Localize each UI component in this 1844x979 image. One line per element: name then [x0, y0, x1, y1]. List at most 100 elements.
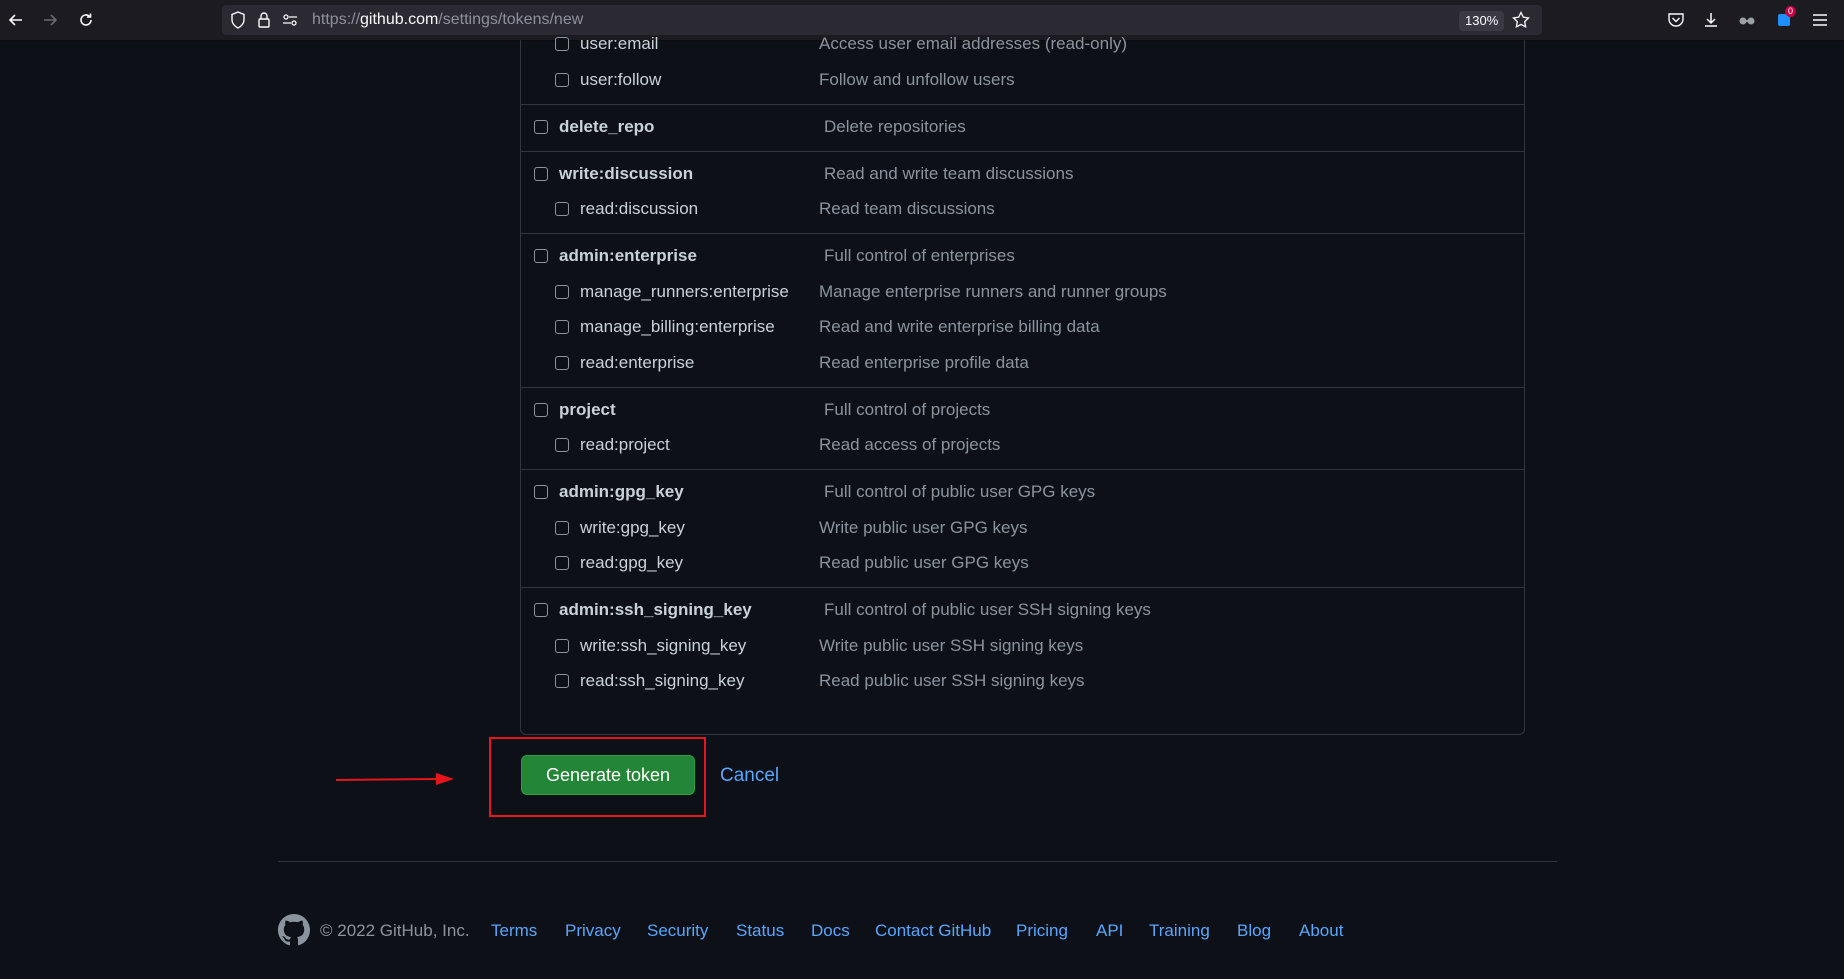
- cancel-link[interactable]: Cancel: [720, 765, 779, 787]
- url-host: github.com: [360, 11, 439, 28]
- scopes-list: user:email Access user email addresses (r…: [520, 34, 1525, 735]
- scope-row: read:ssh_signing_key Read public user SSH…: [521, 669, 1524, 693]
- footer-link-blog[interactable]: Blog: [1237, 921, 1271, 941]
- extension-glasses-icon[interactable]: [1735, 8, 1759, 32]
- scope-row: admin:gpg_key Full control of public user…: [521, 480, 1524, 504]
- scope-checkbox[interactable]: [555, 202, 569, 216]
- scope-name[interactable]: read:discussion: [580, 199, 698, 219]
- footer-link-status[interactable]: Status: [736, 921, 784, 941]
- scope-name[interactable]: write:gpg_key: [580, 518, 685, 538]
- footer-link-security[interactable]: Security: [647, 921, 708, 941]
- scope-name[interactable]: write:discussion: [559, 164, 693, 184]
- reload-icon[interactable]: [74, 8, 98, 32]
- scope-checkbox[interactable]: [555, 284, 569, 299]
- permissions-icon[interactable]: [282, 13, 298, 32]
- scope-group: admin:gpg_key Full control of public user…: [521, 470, 1524, 588]
- scope-description: Access user email addresses (read-only): [819, 34, 1128, 53]
- copyright-text: © 2022 GitHub, Inc.: [320, 921, 470, 940]
- downloads-icon[interactable]: [1699, 8, 1723, 32]
- scope-name[interactable]: project: [559, 400, 616, 420]
- url-bar[interactable]: https://github.com/settings/tokens/new 1…: [222, 5, 1542, 35]
- scope-checkbox[interactable]: [555, 674, 569, 688]
- footer-link-terms[interactable]: Terms: [491, 921, 537, 941]
- back-icon[interactable]: [4, 8, 28, 32]
- scope-group: admin:ssh_signing_key Full control of pub…: [521, 588, 1524, 705]
- scope-description: Read team discussions: [819, 199, 995, 218]
- scope-name[interactable]: read:enterprise: [580, 353, 694, 373]
- lock-icon[interactable]: [257, 11, 271, 34]
- scope-description: Full control of public user SSH signing …: [824, 600, 1151, 619]
- scope-checkbox[interactable]: [555, 638, 569, 653]
- bookmark-star-icon[interactable]: [1512, 11, 1530, 34]
- scope-description: Manage enterprise runners and runner gro…: [819, 281, 1167, 301]
- scope-name[interactable]: read:ssh_signing_key: [580, 671, 744, 691]
- scope-name[interactable]: user:email: [580, 34, 658, 54]
- scope-name[interactable]: read:gpg_key: [580, 553, 683, 573]
- scope-name[interactable]: user:follow: [580, 70, 661, 90]
- scope-checkbox[interactable]: [555, 72, 569, 87]
- scope-row: project Full control of projects: [521, 398, 1524, 422]
- scope-description: Full control of enterprises: [824, 246, 1015, 265]
- scope-name[interactable]: delete_repo: [559, 117, 654, 137]
- scope-description: Read public user GPG keys: [819, 553, 1029, 572]
- scope-checkbox[interactable]: [534, 485, 548, 499]
- footer: © 2022 GitHub, Inc. Terms Privacy Securi…: [278, 914, 1578, 946]
- extension-badge: 0: [1785, 6, 1797, 17]
- scope-checkbox[interactable]: [555, 438, 569, 452]
- generate-token-button[interactable]: Generate token: [521, 755, 695, 795]
- menu-icon[interactable]: [1808, 8, 1832, 32]
- footer-link-privacy[interactable]: Privacy: [565, 921, 621, 941]
- scope-name[interactable]: admin:ssh_signing_key: [559, 600, 752, 620]
- zoom-level[interactable]: 130%: [1459, 11, 1505, 31]
- scope-checkbox[interactable]: [555, 355, 569, 370]
- scope-description: Follow and unfollow users: [819, 69, 1015, 89]
- scope-description: Write public user SSH signing keys: [819, 635, 1084, 655]
- annotation-arrow: [336, 773, 454, 785]
- scope-checkbox[interactable]: [534, 402, 548, 417]
- scope-row: write:gpg_key Write public user GPG keys: [521, 516, 1524, 540]
- scope-name[interactable]: manage_billing:enterprise: [580, 317, 775, 337]
- url-text[interactable]: https://github.com/settings/tokens/new: [312, 11, 583, 29]
- scope-checkbox[interactable]: [555, 556, 569, 570]
- scope-checkbox[interactable]: [555, 320, 569, 334]
- scope-row: read:enterprise Read enterprise profile d…: [521, 351, 1524, 375]
- scope-name[interactable]: write:ssh_signing_key: [580, 636, 746, 656]
- scope-description: Read enterprise profile data: [819, 352, 1029, 372]
- scope-row: read:project Read access of projects: [521, 433, 1524, 457]
- scope-row: write:ssh_signing_key Write public user S…: [521, 634, 1524, 658]
- pocket-icon[interactable]: [1664, 8, 1688, 32]
- scope-checkbox[interactable]: [534, 166, 548, 181]
- footer-link-contact-github[interactable]: Contact GitHub: [875, 921, 991, 941]
- scope-description: Full control of public user GPG keys: [824, 482, 1096, 501]
- forward-icon[interactable]: [38, 8, 62, 32]
- scope-name[interactable]: admin:gpg_key: [559, 482, 684, 502]
- scope-checkbox[interactable]: [534, 249, 548, 263]
- scope-name[interactable]: admin:enterprise: [559, 246, 697, 266]
- footer-link-pricing[interactable]: Pricing: [1016, 921, 1068, 941]
- scope-name[interactable]: manage_runners:enterprise: [580, 282, 789, 302]
- scope-description: Read and write team discussions: [824, 163, 1074, 183]
- scope-description: Read and write enterprise billing data: [819, 317, 1100, 336]
- footer-link-about[interactable]: About: [1299, 921, 1343, 941]
- scope-name[interactable]: read:project: [580, 435, 670, 455]
- scope-checkbox[interactable]: [555, 37, 569, 51]
- scope-description: Read access of projects: [819, 435, 1001, 454]
- github-logo-icon[interactable]: [278, 914, 310, 946]
- scope-description: Read public user SSH signing keys: [819, 671, 1085, 690]
- scope-checkbox[interactable]: [534, 603, 548, 617]
- scope-description: Delete repositories: [824, 116, 966, 136]
- scope-row: manage_runners:enterprise Manage enterpri…: [521, 280, 1524, 304]
- footer-link-api[interactable]: API: [1096, 921, 1123, 941]
- url-path: /settings/tokens/new: [438, 11, 584, 28]
- footer-divider: [278, 861, 1557, 862]
- scope-checkbox[interactable]: [555, 520, 569, 535]
- scope-description: Write public user GPG keys: [819, 517, 1028, 537]
- scope-checkbox[interactable]: [534, 119, 548, 134]
- scope-row: manage_billing:enterprise Read and write …: [521, 315, 1524, 339]
- scope-row: write:discussion Read and write team disc…: [521, 162, 1524, 186]
- scope-row: user:email Access user email addresses (r…: [521, 32, 1524, 56]
- footer-link-docs[interactable]: Docs: [811, 921, 850, 941]
- scope-group: project Full control of projects read:proj…: [521, 388, 1524, 470]
- footer-link-training[interactable]: Training: [1149, 921, 1210, 941]
- tracking-shield-icon[interactable]: [230, 11, 246, 34]
